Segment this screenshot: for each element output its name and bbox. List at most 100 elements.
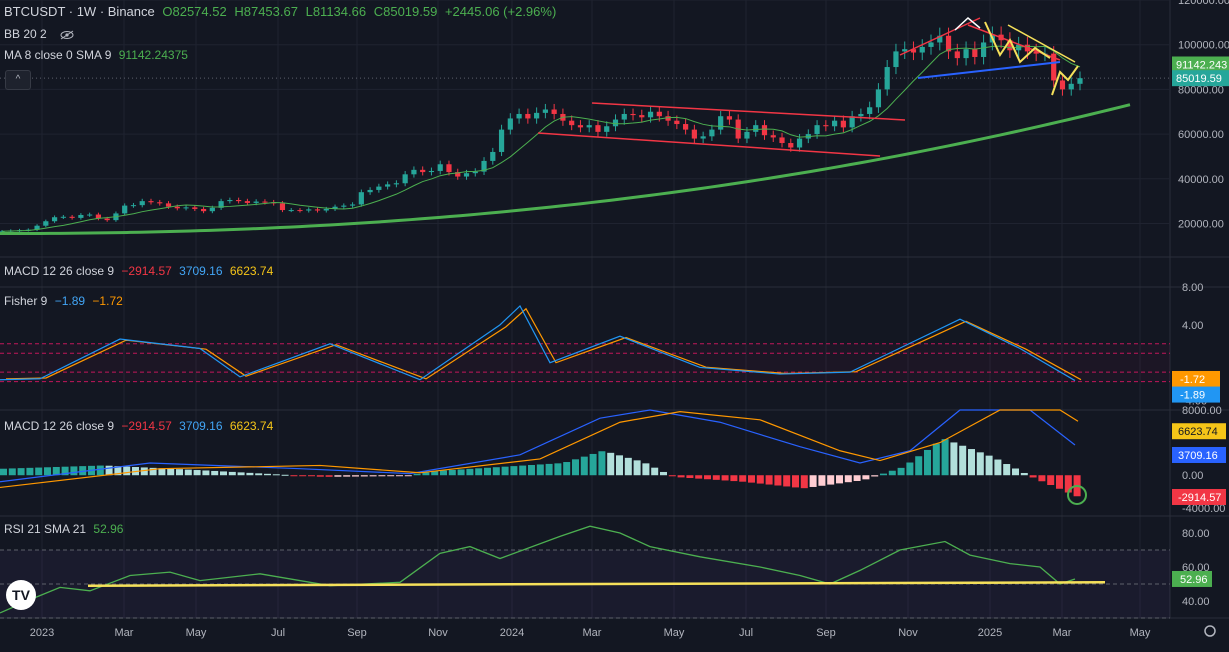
macd-hist-bar	[660, 471, 667, 476]
x-tick-label: Mar	[1053, 627, 1072, 639]
macd-hist-bar	[651, 467, 659, 476]
macd-hist-bar	[1056, 475, 1063, 489]
macd-hist-bar	[976, 452, 984, 476]
macd-hist-bar	[528, 465, 535, 476]
macd-hist-bar	[70, 466, 78, 476]
macd-hist-bar	[836, 475, 843, 484]
macd-hist-bar	[748, 475, 755, 483]
macd-hist-bar	[211, 470, 219, 476]
candle-body	[972, 49, 978, 57]
candle-body	[306, 209, 312, 211]
macd-hist-bar	[792, 475, 799, 488]
eye-hidden-icon[interactable]	[60, 30, 74, 40]
x-tick-label: Nov	[898, 627, 918, 639]
fisher-value-text: -1.89	[1180, 390, 1205, 402]
macd-hist-bar	[519, 465, 527, 476]
candle-body	[279, 203, 286, 211]
macd-top-signal: 6623.74	[229, 264, 274, 278]
candle-body	[893, 51, 899, 68]
macd-value-text: -2914.57	[1178, 492, 1221, 504]
candle-body	[498, 129, 505, 152]
macd-hist-bar	[906, 462, 914, 476]
fisher-legend[interactable]: Fisher 9 −1.89 −1.72	[4, 293, 127, 309]
candle-body	[665, 116, 671, 121]
macd-label: MACD 12 26 close 9	[4, 419, 115, 433]
rsi-tick-label: 40.00	[1182, 596, 1210, 608]
candle-body	[770, 135, 776, 138]
collapse-legend-button[interactable]: ^	[5, 70, 31, 90]
candle-body	[963, 49, 969, 59]
candle-body	[902, 49, 908, 52]
candle-body	[779, 137, 785, 144]
candle-body	[683, 124, 689, 130]
macd-hist-bar	[387, 475, 395, 477]
macd-hist-bar	[730, 475, 738, 482]
candle-body	[165, 203, 172, 207]
tradingview-logo[interactable]: TV	[6, 580, 36, 610]
candle-body	[744, 131, 750, 139]
macd-hist-bar	[167, 468, 175, 476]
macd-hist-bar	[466, 468, 474, 476]
fisher-v2: −1.72	[92, 294, 123, 308]
candle-body	[428, 170, 435, 173]
macd-hist-bar	[783, 475, 791, 487]
macd-top-legend[interactable]: MACD 12 26 close 9 −2914.57 3709.16 6623…	[4, 263, 277, 279]
macd-hist-bar	[8, 468, 16, 476]
macd-hist: −2914.57	[121, 419, 172, 433]
candle-body	[823, 125, 829, 127]
candle-body	[385, 184, 391, 187]
candle-body	[674, 120, 680, 125]
bb-legend[interactable]: BB 20 2	[4, 26, 74, 42]
candle-body	[323, 208, 329, 211]
macd-hist-bar	[818, 475, 826, 486]
macd-hist-bar	[26, 467, 34, 476]
candle-body	[534, 112, 540, 119]
candle-body	[376, 186, 382, 190]
macd-hist-bar	[633, 460, 641, 476]
macd-hist-bar	[484, 467, 491, 476]
macd-hist-bar	[1012, 468, 1019, 476]
candle-body	[69, 216, 75, 218]
macd-hist-bar	[343, 475, 351, 477]
macd-hist-bar	[616, 455, 623, 476]
macd-top-label: MACD 12 26 close 9	[4, 264, 115, 278]
change-value: +2445.06 (+2.96%)	[444, 4, 557, 19]
fisher-v1: −1.89	[54, 294, 86, 308]
macd-hist-bar	[880, 473, 887, 476]
candle-body	[183, 207, 189, 209]
macd-hist-bar	[237, 472, 245, 476]
macd-hist-bar	[325, 475, 333, 477]
rsi-legend[interactable]: RSI 21 SMA 21 52.96	[4, 521, 127, 537]
candle-body	[341, 205, 347, 207]
macd-hist-bar	[589, 453, 597, 476]
macd-hist-bar	[554, 463, 562, 476]
macd-legend[interactable]: MACD 12 26 close 9 −2914.57 3709.16 6623…	[4, 418, 277, 434]
candle-body	[858, 113, 864, 117]
candle-body	[192, 207, 198, 209]
symbol-label[interactable]: BTCUSDT · 1W · Binance	[4, 4, 155, 19]
fisher-tick-label: 8.00	[1182, 282, 1203, 294]
price-label-text: 91142.243	[1176, 59, 1227, 71]
candle-body	[709, 129, 715, 137]
price-tick-label: 40000.00	[1178, 174, 1224, 186]
fisher-tick-label: 4.00	[1182, 320, 1203, 332]
candle-body	[288, 210, 294, 212]
candle-body	[78, 214, 84, 218]
candle-body	[577, 125, 584, 128]
macd-hist-bar	[299, 475, 307, 477]
macd-hist-bar	[352, 475, 359, 477]
candle-body	[43, 221, 49, 226]
macd-hist-bar	[404, 475, 412, 477]
ma-legend[interactable]: MA 8 close 0 SMA 9 91142.24375	[4, 47, 192, 63]
candle-body	[604, 126, 610, 132]
candle-body	[928, 42, 934, 47]
macd-hist-bar	[272, 474, 280, 476]
chart-svg[interactable]: 2023 Mar May Jul Sep Nov 2024 Mar May Jul Sep Nov 20…	[0, 0, 1229, 647]
macd-hist-bar	[800, 475, 808, 489]
fisher-label: Fisher 9	[4, 294, 48, 308]
macd-value-text: 6623.74	[1178, 426, 1218, 438]
x-tick-label: May	[186, 627, 207, 639]
candle-body	[490, 151, 496, 161]
candle-body	[262, 201, 268, 203]
candle-body	[367, 189, 373, 193]
